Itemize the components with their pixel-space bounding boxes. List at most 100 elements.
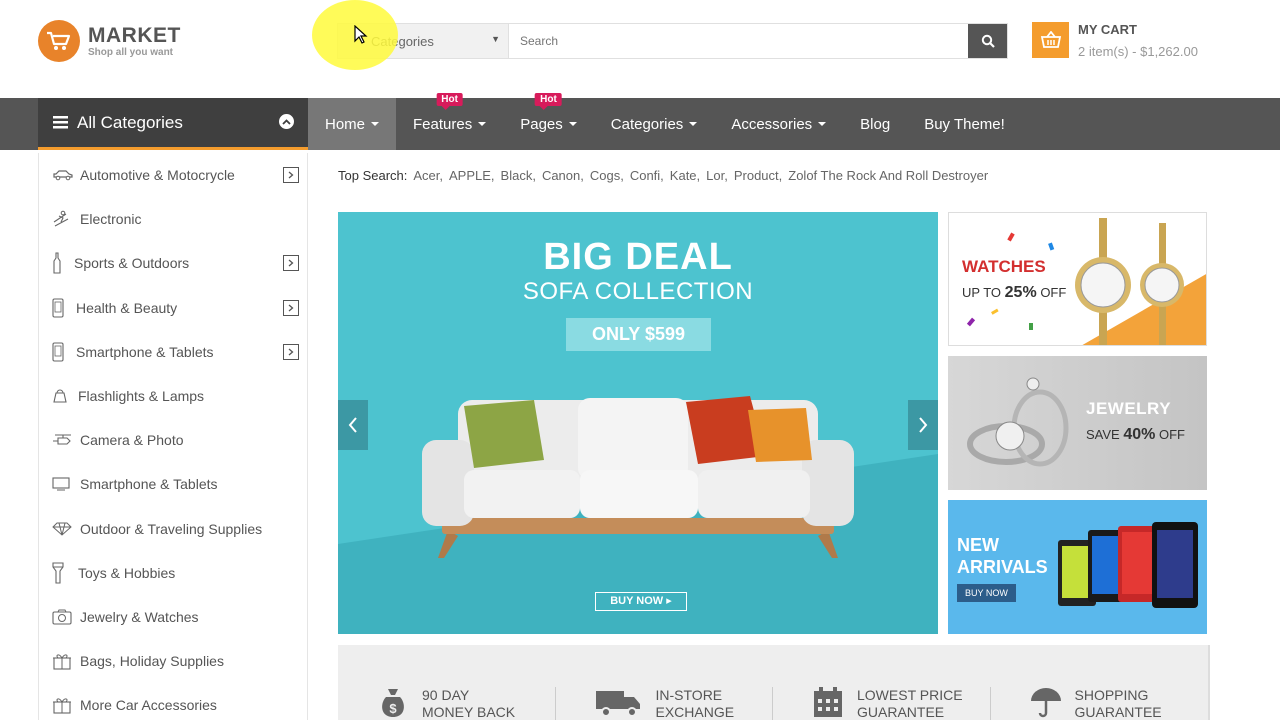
slider-prev-button[interactable] bbox=[338, 400, 368, 450]
sidebar-item-automotive[interactable]: Automotive & Motocrycle bbox=[39, 153, 307, 197]
hot-badge: Hot bbox=[535, 93, 562, 110]
sidebar-item-toys[interactable]: Toys & Hobbies bbox=[39, 551, 307, 595]
sidebar-item-sports[interactable]: Sports & Outdoors bbox=[39, 241, 307, 285]
chevron-right-box-icon[interactable] bbox=[283, 343, 299, 360]
buy-now-button[interactable]: BUY NOW ▸ bbox=[595, 592, 687, 611]
svg-text:$: $ bbox=[389, 701, 397, 716]
money-bag-icon: $ bbox=[382, 689, 404, 717]
rings-graphic bbox=[967, 377, 1069, 467]
sidebar-item-label: Automotive & Motocrycle bbox=[80, 167, 235, 184]
all-categories-toggle[interactable]: All Categories bbox=[38, 98, 308, 150]
logo-tagline: Shop all you want bbox=[88, 46, 174, 58]
sidebar-item-outdoor[interactable]: Outdoor & Traveling Supplies bbox=[39, 507, 307, 551]
jewelry-title: JEWELRY bbox=[1086, 399, 1172, 418]
nav-item-buy-theme[interactable]: Buy Theme! bbox=[907, 98, 1022, 150]
top-search-keyword[interactable]: Lor, bbox=[706, 168, 728, 183]
slider-next-button[interactable] bbox=[908, 400, 938, 450]
gift-icon bbox=[52, 696, 74, 714]
sidebar-item-bags[interactable]: Bags, Holiday Supplies bbox=[39, 639, 307, 683]
search-button[interactable] bbox=[968, 24, 1007, 58]
chevron-left-icon bbox=[348, 417, 357, 433]
top-search-keyword[interactable]: Black, bbox=[501, 168, 536, 183]
calendar-icon bbox=[814, 687, 842, 717]
main-slider[interactable]: BIG DEAL SOFA COLLECTION ONLY $599 BUY N… bbox=[338, 212, 938, 634]
chevron-right-box-icon[interactable] bbox=[283, 167, 299, 183]
sidebar-item-electronic[interactable]: Electronic bbox=[39, 197, 307, 241]
new-arrivals-title: NEW ARRIVALS bbox=[957, 535, 1048, 577]
nav-item-home[interactable]: Home bbox=[308, 98, 397, 150]
chevron-up-circle-icon[interactable] bbox=[279, 114, 294, 129]
nav-item-pages[interactable]: Hot Pages bbox=[503, 93, 594, 150]
chevron-right-box-icon[interactable] bbox=[283, 255, 299, 272]
bag-icon bbox=[52, 388, 72, 404]
diamond-icon bbox=[52, 522, 74, 536]
new-arrivals-banner[interactable]: NEW ARRIVALS BUY NOW bbox=[948, 500, 1207, 634]
top-search-keyword[interactable]: Confi, bbox=[630, 168, 664, 183]
top-search-keyword[interactable]: APPLE, bbox=[449, 168, 495, 183]
top-search-keyword[interactable]: Cogs, bbox=[590, 168, 624, 183]
sidebar-item-label: Electronic bbox=[80, 211, 142, 228]
caret-down-icon bbox=[568, 122, 577, 126]
search-input[interactable] bbox=[509, 24, 968, 58]
cart-logo-icon bbox=[38, 20, 80, 62]
sidebar-item-label: Smartphone & Tablets bbox=[80, 476, 218, 493]
top-search-keyword[interactable]: Canon, bbox=[542, 168, 584, 183]
sidebar-item-health[interactable]: Health & Beauty bbox=[39, 286, 307, 330]
sidebar-item-jewelry[interactable]: Jewelry & Watches bbox=[39, 595, 307, 639]
new-arrivals-buy-button[interactable]: BUY NOW bbox=[957, 584, 1016, 602]
logo[interactable]: MARKET Shop all you want bbox=[38, 20, 181, 62]
policy-exchange: IN-STORE EXCHANGE bbox=[556, 645, 774, 720]
top-search-keyword[interactable]: Kate, bbox=[670, 168, 700, 183]
main-nav: All Categories Home Hot Features Hot Pages… bbox=[0, 93, 1280, 150]
watches-graphic bbox=[966, 218, 1206, 345]
sidebar-item-label: Health & Beauty bbox=[76, 299, 178, 316]
nav-item-categories[interactable]: Categories bbox=[594, 98, 715, 150]
sidebar-item-label: Bags, Holiday Supplies bbox=[80, 653, 224, 670]
car-icon bbox=[52, 169, 74, 181]
nav-item-label: Blog bbox=[860, 115, 891, 133]
flashlight-icon bbox=[52, 562, 72, 584]
caret-down-icon bbox=[371, 122, 380, 126]
cart-title: MY CART bbox=[1078, 22, 1137, 37]
top-search-keyword[interactable]: Zolof The Rock And Roll Destroyer bbox=[788, 168, 988, 183]
nav-item-features[interactable]: Hot Features bbox=[396, 93, 503, 150]
sidebar-item-flashlights[interactable]: Flashlights & Lamps bbox=[39, 374, 307, 418]
sidebar-item-label: More Car Accessories bbox=[80, 697, 217, 714]
logo-title: MARKET bbox=[88, 23, 181, 47]
all-categories-label: All Categories bbox=[77, 112, 183, 132]
sidebar-item-camera[interactable]: Camera & Photo bbox=[39, 418, 307, 462]
chevron-right-icon bbox=[919, 417, 928, 433]
camera-icon bbox=[52, 609, 74, 625]
skier-icon bbox=[52, 210, 74, 228]
nav-item-label: Categories bbox=[610, 115, 684, 133]
sidebar-item-smartphone[interactable]: Smartphone & Tablets bbox=[39, 330, 307, 374]
sidebar-item-car-accessories[interactable]: More Car Accessories bbox=[39, 683, 307, 720]
chevron-down-icon: ▼ bbox=[491, 34, 500, 44]
sidebar-item-label: Jewelry & Watches bbox=[80, 608, 199, 625]
watches-title: WATCHES bbox=[962, 257, 1046, 276]
monitor-icon bbox=[52, 477, 74, 491]
buy-now-label: BUY NOW bbox=[610, 595, 664, 607]
search-bar: Categories ▼ bbox=[337, 23, 1008, 59]
top-search: Top Search: Acer, APPLE, Black, Canon, Cogs, C… bbox=[338, 168, 988, 183]
top-search-keyword[interactable]: Product, bbox=[734, 168, 782, 183]
top-search-label: Top Search: bbox=[338, 168, 408, 183]
sidebar-item-label: Outdoor & Traveling Supplies bbox=[80, 520, 263, 537]
watches-banner[interactable]: WATCHES UP TO 25% OFF bbox=[948, 212, 1207, 346]
category-sidebar: Automotive & Motocrycle Electronic Sport… bbox=[38, 153, 308, 720]
hot-badge: Hot bbox=[436, 93, 463, 110]
truck-icon bbox=[595, 691, 640, 717]
sidebar-item-smartphone-2[interactable]: Smartphone & Tablets bbox=[39, 462, 307, 506]
nav-item-blog[interactable]: Blog bbox=[843, 98, 907, 150]
search-icon bbox=[981, 34, 995, 48]
top-search-keyword[interactable]: Acer, bbox=[413, 168, 443, 183]
banner-subheadline: SOFA COLLECTION bbox=[522, 278, 754, 305]
umbrella-icon bbox=[1030, 688, 1061, 718]
nav-item-accessories[interactable]: Accessories bbox=[714, 98, 843, 150]
jewelry-banner[interactable]: JEWELRY SAVE 40% OFF bbox=[948, 356, 1207, 490]
chevron-right-box-icon[interactable] bbox=[283, 299, 299, 316]
sidebar-item-label: Sports & Outdoors bbox=[74, 255, 190, 272]
policy-text: SHOPPING GUARANTEE bbox=[1074, 687, 1162, 720]
mini-cart[interactable]: MY CART 2 item(s) - $1,262.00 bbox=[1032, 22, 1198, 59]
bottle-icon bbox=[52, 252, 68, 275]
